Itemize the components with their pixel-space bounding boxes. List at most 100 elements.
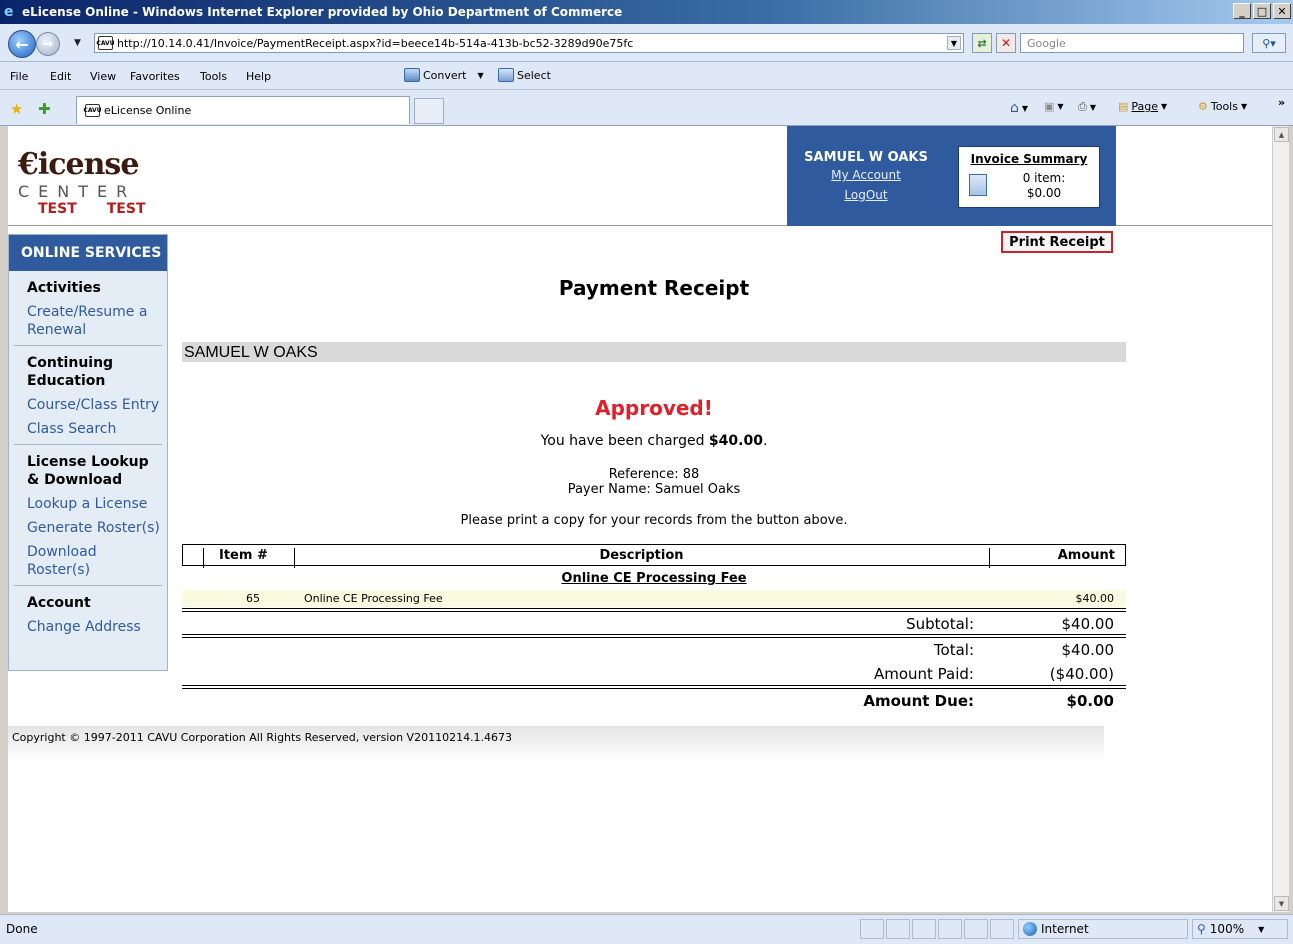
invoice-total: $0.00	[1026, 186, 1062, 200]
tools-menu-button[interactable]: ⚙ Tools ▼	[1198, 100, 1247, 113]
print-receipt-button[interactable]: Print Receipt	[1001, 231, 1113, 253]
print-toolbar-button[interactable]: ⎙ ▼	[1078, 100, 1096, 114]
ie-window: e eLicense Online - Windows Internet Exp…	[0, 0, 1293, 944]
address-input[interactable]: CAVU http://10.14.0.41/Invoice/PaymentRe…	[94, 33, 964, 53]
forward-button[interactable]: →	[36, 32, 60, 56]
menu-view[interactable]: View	[90, 70, 116, 83]
zoom-icon: ⚲	[1197, 922, 1206, 936]
line-item-number: 65	[246, 592, 260, 605]
security-zone[interactable]: Internet	[1018, 919, 1188, 939]
amount-due-divider	[182, 685, 1126, 689]
user-panel: SAMUEL W OAKS My Account LogOut	[787, 126, 945, 226]
payer-banner: SAMUEL W OAKS	[182, 342, 1126, 362]
line-item-description: Online CE Processing Fee	[304, 592, 443, 605]
scroll-up-icon[interactable]: ▲	[1274, 127, 1289, 142]
chevron-down-icon: ▼	[1089, 102, 1096, 112]
title-bar: e eLicense Online - Windows Internet Exp…	[0, 0, 1293, 24]
favorites-star-icon[interactable]: ★	[10, 100, 23, 118]
site-header: €icense CENTER TEST TEST SAMUEL W OAKS M…	[8, 126, 1272, 226]
home-button[interactable]: ⌂ ▼	[1010, 100, 1028, 116]
feeds-button[interactable]: ▣ ▼	[1044, 100, 1064, 113]
sidebar-item-course-entry[interactable]: Course/Class Entry	[27, 396, 162, 414]
chevron-down-icon: ▼	[1161, 102, 1168, 111]
menu-tools[interactable]: Tools	[200, 70, 227, 83]
approval-status: Approved!	[595, 396, 713, 420]
stop-button[interactable]: ✕	[996, 33, 1016, 53]
sidebar-item-generate-roster[interactable]: Generate Roster(s)	[27, 519, 162, 537]
maximize-button[interactable]: □	[1253, 3, 1271, 19]
page-content: €icense CENTER TEST TEST SAMUEL W OAKS M…	[8, 126, 1272, 912]
line-item-amount: $40.00	[1075, 592, 1115, 605]
invoice-summary-link[interactable]: Invoice Summary	[959, 152, 1099, 166]
chevron-down-icon: ▼	[1258, 924, 1265, 934]
status-text: Done	[6, 922, 38, 936]
close-window-button[interactable]: ✕	[1273, 3, 1291, 19]
minimize-button[interactable]: _	[1233, 3, 1251, 19]
back-button[interactable]: ←	[8, 30, 36, 58]
scroll-down-icon[interactable]: ▼	[1274, 896, 1289, 911]
globe-icon	[1023, 922, 1037, 936]
menu-file[interactable]: File	[10, 70, 28, 83]
convert-button[interactable]: Convert ▼	[404, 68, 484, 82]
new-tab-button[interactable]	[414, 98, 444, 124]
page-menu-button[interactable]: ▤ Page ▼	[1118, 100, 1167, 113]
internet-explorer-icon: e	[4, 4, 14, 20]
invoice-panel: Invoice Summary 0 item: $0.00	[945, 126, 1116, 226]
chevron-down-icon: ▼	[477, 70, 484, 80]
home-icon: ⌂	[1010, 100, 1019, 116]
table-row: 65 Online CE Processing Fee $40.00	[182, 590, 1126, 607]
tab-elicense-online[interactable]: CAVU eLicense Online	[76, 96, 410, 124]
recent-pages-dropdown-icon[interactable]: ▼	[74, 38, 81, 48]
search-input[interactable]: Google	[1020, 33, 1244, 53]
sidebar-heading: ONLINE SERVICES	[9, 235, 167, 271]
refresh-button[interactable]: ⇄	[972, 33, 992, 53]
printer-icon: ⎙	[1078, 100, 1087, 113]
gear-icon: ⚙	[1198, 100, 1208, 113]
add-favorites-icon[interactable]: ✚	[38, 100, 51, 118]
subtotal-divider	[182, 608, 1126, 612]
more-commands-button[interactable]: »	[1278, 96, 1285, 109]
sidebar-item-download-roster[interactable]: Download Roster(s)	[27, 543, 162, 579]
pdf-convert-icon	[404, 68, 420, 82]
charge-message: You have been charged $40.00.	[540, 433, 768, 449]
menu-help[interactable]: Help	[246, 70, 271, 83]
payer-name: Payer Name: Samuel Oaks	[567, 482, 741, 497]
sidebar-item-change-address[interactable]: Change Address	[27, 618, 162, 636]
logout-link[interactable]: LogOut	[787, 188, 945, 202]
sidebar-item-lookup-license[interactable]: Lookup a License	[27, 495, 162, 513]
select-button[interactable]: Select	[498, 68, 551, 82]
status-bar: Done Internet ⚲ 100% ▼	[0, 914, 1293, 944]
user-name: SAMUEL W OAKS	[804, 150, 928, 165]
total-divider	[182, 634, 1126, 638]
pdf-select-icon	[498, 68, 514, 82]
address-url: http://10.14.0.41/Invoice/PaymentReceipt…	[117, 36, 634, 50]
sidebar-item-create-renewal[interactable]: Create/Resume a Renewal	[27, 303, 162, 339]
address-dropdown-icon[interactable]: ▼	[947, 36, 961, 50]
payment-reference: Reference: 88 Payer Name: Samuel Oaks	[182, 467, 1126, 497]
line-item-section: Online CE Processing Fee	[561, 571, 747, 586]
window-controls: _ □ ✕	[1233, 3, 1291, 19]
search-icon: ⚲	[1262, 36, 1271, 50]
window-title: eLicense Online - Windows Internet Explo…	[22, 5, 623, 19]
zoom-level-button[interactable]: ⚲ 100% ▼	[1192, 919, 1288, 939]
sidebar-group-license-lookup: License Lookup & Download Lookup a Licen…	[14, 445, 162, 586]
column-amount: Amount	[1057, 548, 1115, 563]
sidebar: ONLINE SERVICES Activities Create/Resume…	[8, 234, 168, 671]
page-footer: Copyright © 1997-2011 CAVU Corporation A…	[8, 726, 1104, 762]
menu-edit[interactable]: Edit	[50, 70, 71, 83]
search-button[interactable]: ⚲ ▾	[1252, 33, 1286, 53]
sidebar-group-continuing-education: Continuing Education Course/Class Entry …	[14, 346, 162, 445]
invoice-summary-box[interactable]: Invoice Summary 0 item: $0.00	[958, 146, 1100, 208]
chevron-down-icon: ▼	[1057, 102, 1064, 111]
sidebar-item-class-search[interactable]: Class Search	[27, 420, 162, 438]
sidebar-group-activities: Activities Create/Resume a Renewal	[14, 271, 162, 346]
rss-feed-icon: ▣	[1044, 100, 1055, 113]
menu-bar: File Edit View Favorites Tools Help Conv…	[0, 62, 1293, 90]
site-favicon-icon: CAVU	[96, 36, 115, 50]
vertical-scrollbar[interactable]: ▲ ▼	[1272, 126, 1289, 912]
invoice-item-count: 0 item:	[1022, 171, 1066, 185]
my-account-link[interactable]: My Account	[787, 168, 945, 182]
tab-bar: ★ ✚ CAVU eLicense Online	[0, 90, 1293, 126]
license-center-logo: €icense CENTER TEST TEST	[18, 147, 146, 218]
menu-favorites[interactable]: Favorites	[130, 70, 180, 83]
